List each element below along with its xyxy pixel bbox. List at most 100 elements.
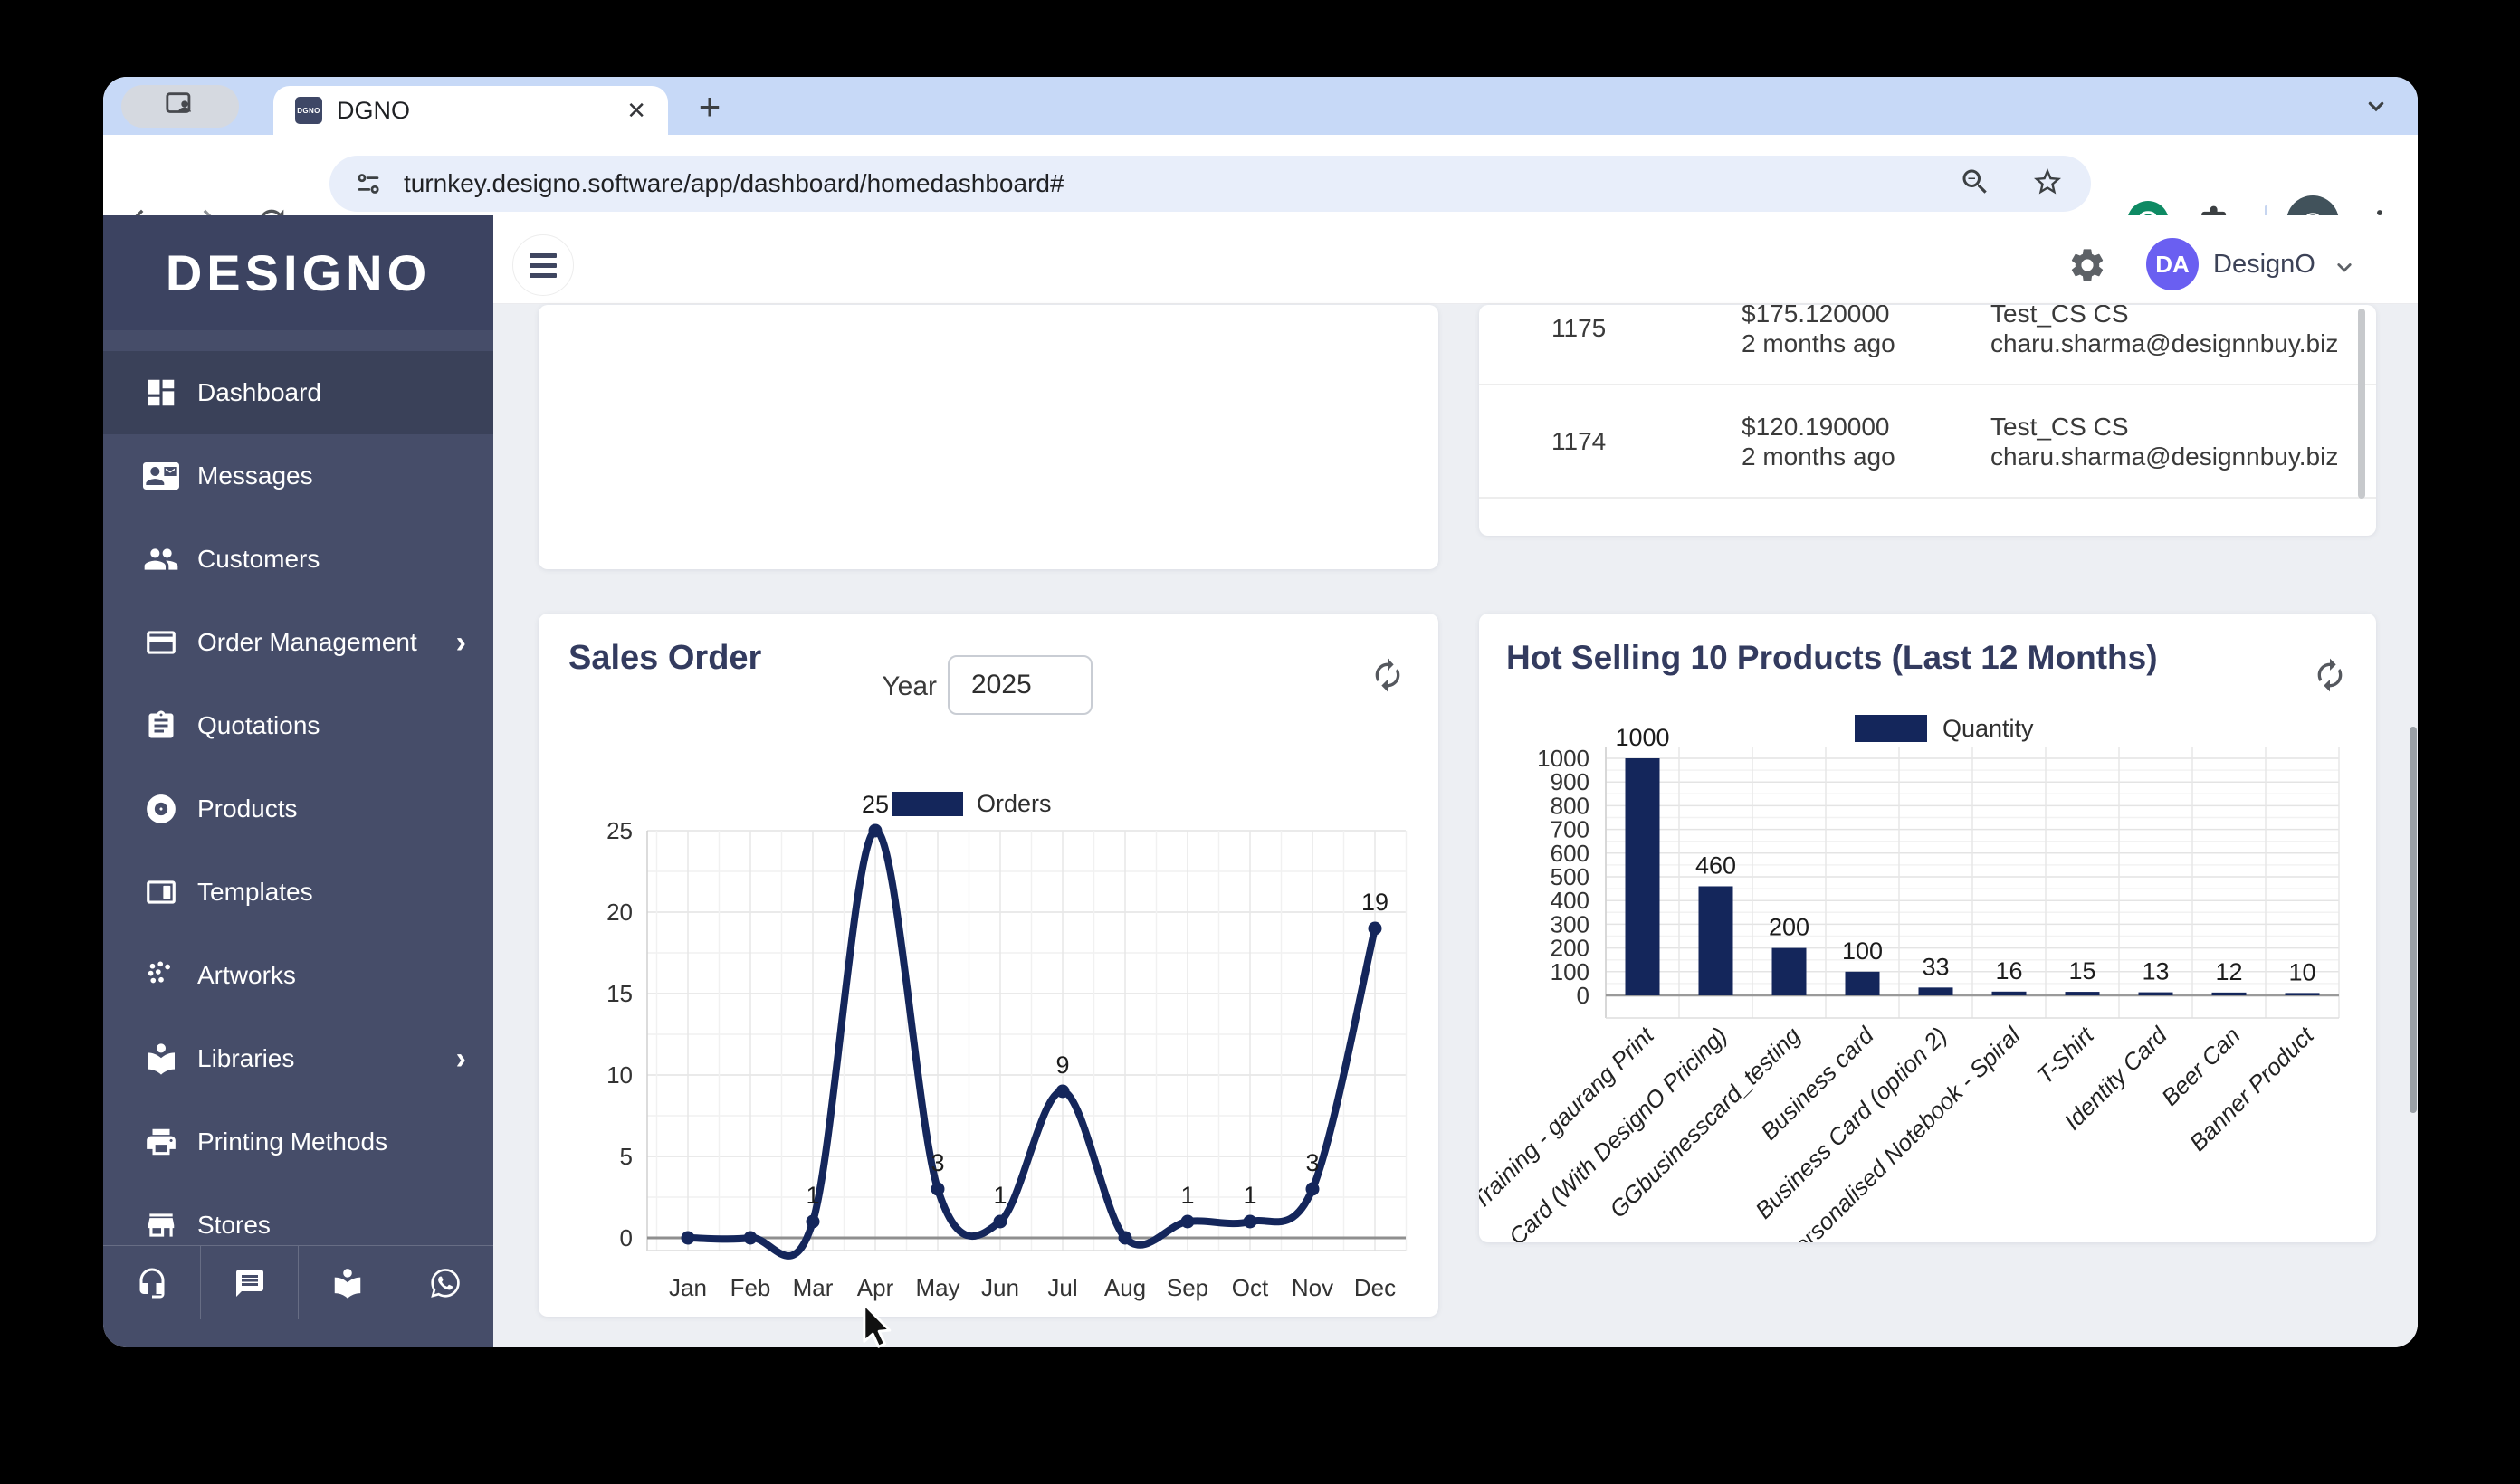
zoom-out-icon[interactable] <box>1959 166 1991 203</box>
svg-text:May: May <box>915 1274 959 1301</box>
hamburger-menu-button[interactable] <box>512 234 574 296</box>
svg-text:0: 0 <box>620 1224 633 1251</box>
order-email: charu.sharma@designnbuy.biz <box>1990 442 2339 471</box>
sidebar-footer <box>103 1245 493 1319</box>
svg-text:400: 400 <box>1551 887 1589 914</box>
svg-text:1000: 1000 <box>1537 745 1589 772</box>
browser-toolbar: turnkey.designo.software/app/dashboard/h… <box>103 135 2418 248</box>
screenshot-canvas: DGNO DGNO ✕ + turnkey.designo.software/a… <box>0 0 2520 1484</box>
svg-text:460: 460 <box>1695 851 1736 879</box>
sidebar-item-customers[interactable]: Customers <box>103 518 493 601</box>
svg-text:9: 9 <box>1055 1051 1069 1079</box>
printing-methods-icon <box>143 1124 179 1160</box>
order-email: charu.sharma@designnbuy.biz <box>1990 328 2339 357</box>
svg-text:1000: 1000 <box>1615 724 1669 751</box>
sidebar-item-templates[interactable]: Templates <box>103 851 493 934</box>
order-id: 1175 <box>1551 313 1607 342</box>
svg-text:20: 20 <box>606 899 633 926</box>
svg-text:33: 33 <box>1922 953 1949 980</box>
libraries-icon <box>143 1041 179 1077</box>
window-scrollbar[interactable] <box>2410 727 2417 1113</box>
order-amount-block: $175.120000 2 months ago <box>1742 305 1895 358</box>
browser-profile-chip[interactable] <box>121 85 239 128</box>
svg-text:1: 1 <box>806 1182 819 1209</box>
order-row[interactable]: 1175 $175.120000 2 months ago Test_CS CS… <box>1479 305 2376 385</box>
dashboard-icon <box>143 375 179 411</box>
user-avatar[interactable]: DA <box>2146 238 2199 290</box>
order-amount: $175.120000 <box>1742 305 1890 328</box>
sidebar-item-quotations[interactable]: Quotations <box>103 684 493 767</box>
bookmark-star-icon[interactable] <box>2031 166 2064 203</box>
svg-text:100: 100 <box>1842 937 1883 965</box>
svg-text:25: 25 <box>862 791 889 818</box>
products-icon <box>143 791 179 827</box>
svg-text:Jan: Jan <box>669 1274 707 1301</box>
tabstrip-chevron-down-icon[interactable] <box>2358 88 2394 124</box>
sidebar-item-products[interactable]: Products <box>103 767 493 851</box>
device-profile-icon <box>165 90 196 122</box>
svg-text:T-Shirt: T-Shirt <box>2031 1021 2100 1089</box>
mouse-cursor <box>863 1303 892 1348</box>
svg-text:800: 800 <box>1551 792 1589 819</box>
hot-products-bar-chart[interactable]: 0100200300400500600700800900100010004602… <box>1479 614 2376 1242</box>
svg-text:3: 3 <box>931 1149 944 1176</box>
svg-text:100: 100 <box>1551 958 1589 985</box>
order-amount-block: $120.190000 2 months ago <box>1742 412 1895 471</box>
svg-text:Quantity: Quantity <box>1942 715 2034 742</box>
order-row[interactable]: 1174 $120.190000 2 months ago Test_CS CS… <box>1479 385 2376 499</box>
svg-text:Oct: Oct <box>1232 1274 1269 1301</box>
sidebar-item-libraries[interactable]: Libraries › <box>103 1017 493 1100</box>
settings-gear-icon[interactable] <box>2067 245 2107 285</box>
whatsapp-icon[interactable] <box>396 1246 493 1319</box>
svg-text:Dec: Dec <box>1354 1274 1396 1301</box>
sidebar-item-messages[interactable]: Messages <box>103 434 493 518</box>
site-settings-icon[interactable] <box>353 168 384 199</box>
app-logo[interactable]: DESIGNO <box>166 243 431 302</box>
card-sales-order: Sales Order Year 2025 0 5 10 15 20 25 Jan Feb Ma… <box>539 614 1438 1317</box>
card-scrollbar[interactable] <box>2358 309 2365 499</box>
svg-text:Mar: Mar <box>793 1274 834 1301</box>
svg-text:Sep: Sep <box>1167 1274 1208 1301</box>
sidebar-item-order-management[interactable]: Order Management › <box>103 601 493 684</box>
svg-text:15: 15 <box>606 980 633 1007</box>
svg-text:5: 5 <box>620 1143 633 1170</box>
content-area: DA DesignO 1175 $175.120000 2 months ago… <box>493 215 2418 1347</box>
customers-icon <box>143 541 179 577</box>
order-customer: Test_CS CS <box>1990 305 2129 328</box>
svg-text:25: 25 <box>606 817 633 844</box>
svg-text:12: 12 <box>2215 958 2242 985</box>
support-headset-icon[interactable] <box>103 1246 201 1319</box>
account-chevron-down-icon[interactable] <box>2331 253 2358 285</box>
sales-order-line-chart[interactable]: 0 5 10 15 20 25 Jan Feb Mar Apr May Jun Jul Aug Sep Oct… <box>539 614 1438 1317</box>
chevron-right-icon: › <box>455 625 466 660</box>
sidebar-item-dashboard[interactable]: Dashboard <box>103 351 493 434</box>
svg-text:Feb: Feb <box>730 1274 771 1301</box>
address-bar[interactable]: turnkey.designo.software/app/dashboard/h… <box>329 156 2091 212</box>
templates-icon <box>143 874 179 910</box>
tab-strip: DGNO DGNO ✕ + <box>103 77 2418 135</box>
url-text[interactable]: turnkey.designo.software/app/dashboard/h… <box>404 169 1959 198</box>
tab-close-icon[interactable]: ✕ <box>626 97 646 125</box>
logo-band: DESIGNO <box>103 215 493 330</box>
chat-icon[interactable] <box>201 1246 299 1319</box>
library-book-icon[interactable] <box>299 1246 396 1319</box>
app-header: DA DesignO <box>493 215 2418 304</box>
card-hot-products: Hot Selling 10 Products (Last 12 Months)… <box>1479 614 2376 1242</box>
order-management-icon <box>143 624 179 661</box>
svg-text:Aug: Aug <box>1104 1274 1146 1301</box>
svg-text:900: 900 <box>1551 768 1589 795</box>
tab-title: DGNO <box>337 96 410 124</box>
account-name[interactable]: DesignO <box>2213 250 2315 280</box>
svg-text:200: 200 <box>1551 935 1589 962</box>
sidebar-item-artworks[interactable]: Artworks <box>103 934 493 1017</box>
browser-tab[interactable]: DGNO DGNO ✕ <box>273 86 668 135</box>
svg-text:3: 3 <box>1305 1149 1319 1176</box>
order-time: 2 months ago <box>1742 328 1895 357</box>
svg-text:1: 1 <box>993 1182 1007 1209</box>
svg-text:13: 13 <box>2142 958 2169 985</box>
sidebar-item-printing-methods[interactable]: Printing Methods <box>103 1100 493 1184</box>
card-latest-orders: 1175 $175.120000 2 months ago Test_CS CS… <box>1479 305 2376 536</box>
new-tab-button[interactable]: + <box>687 84 732 129</box>
svg-text:15: 15 <box>2068 957 2095 985</box>
sidebar: DESIGNO Dashboard Messages Customers Ord… <box>103 215 493 1347</box>
